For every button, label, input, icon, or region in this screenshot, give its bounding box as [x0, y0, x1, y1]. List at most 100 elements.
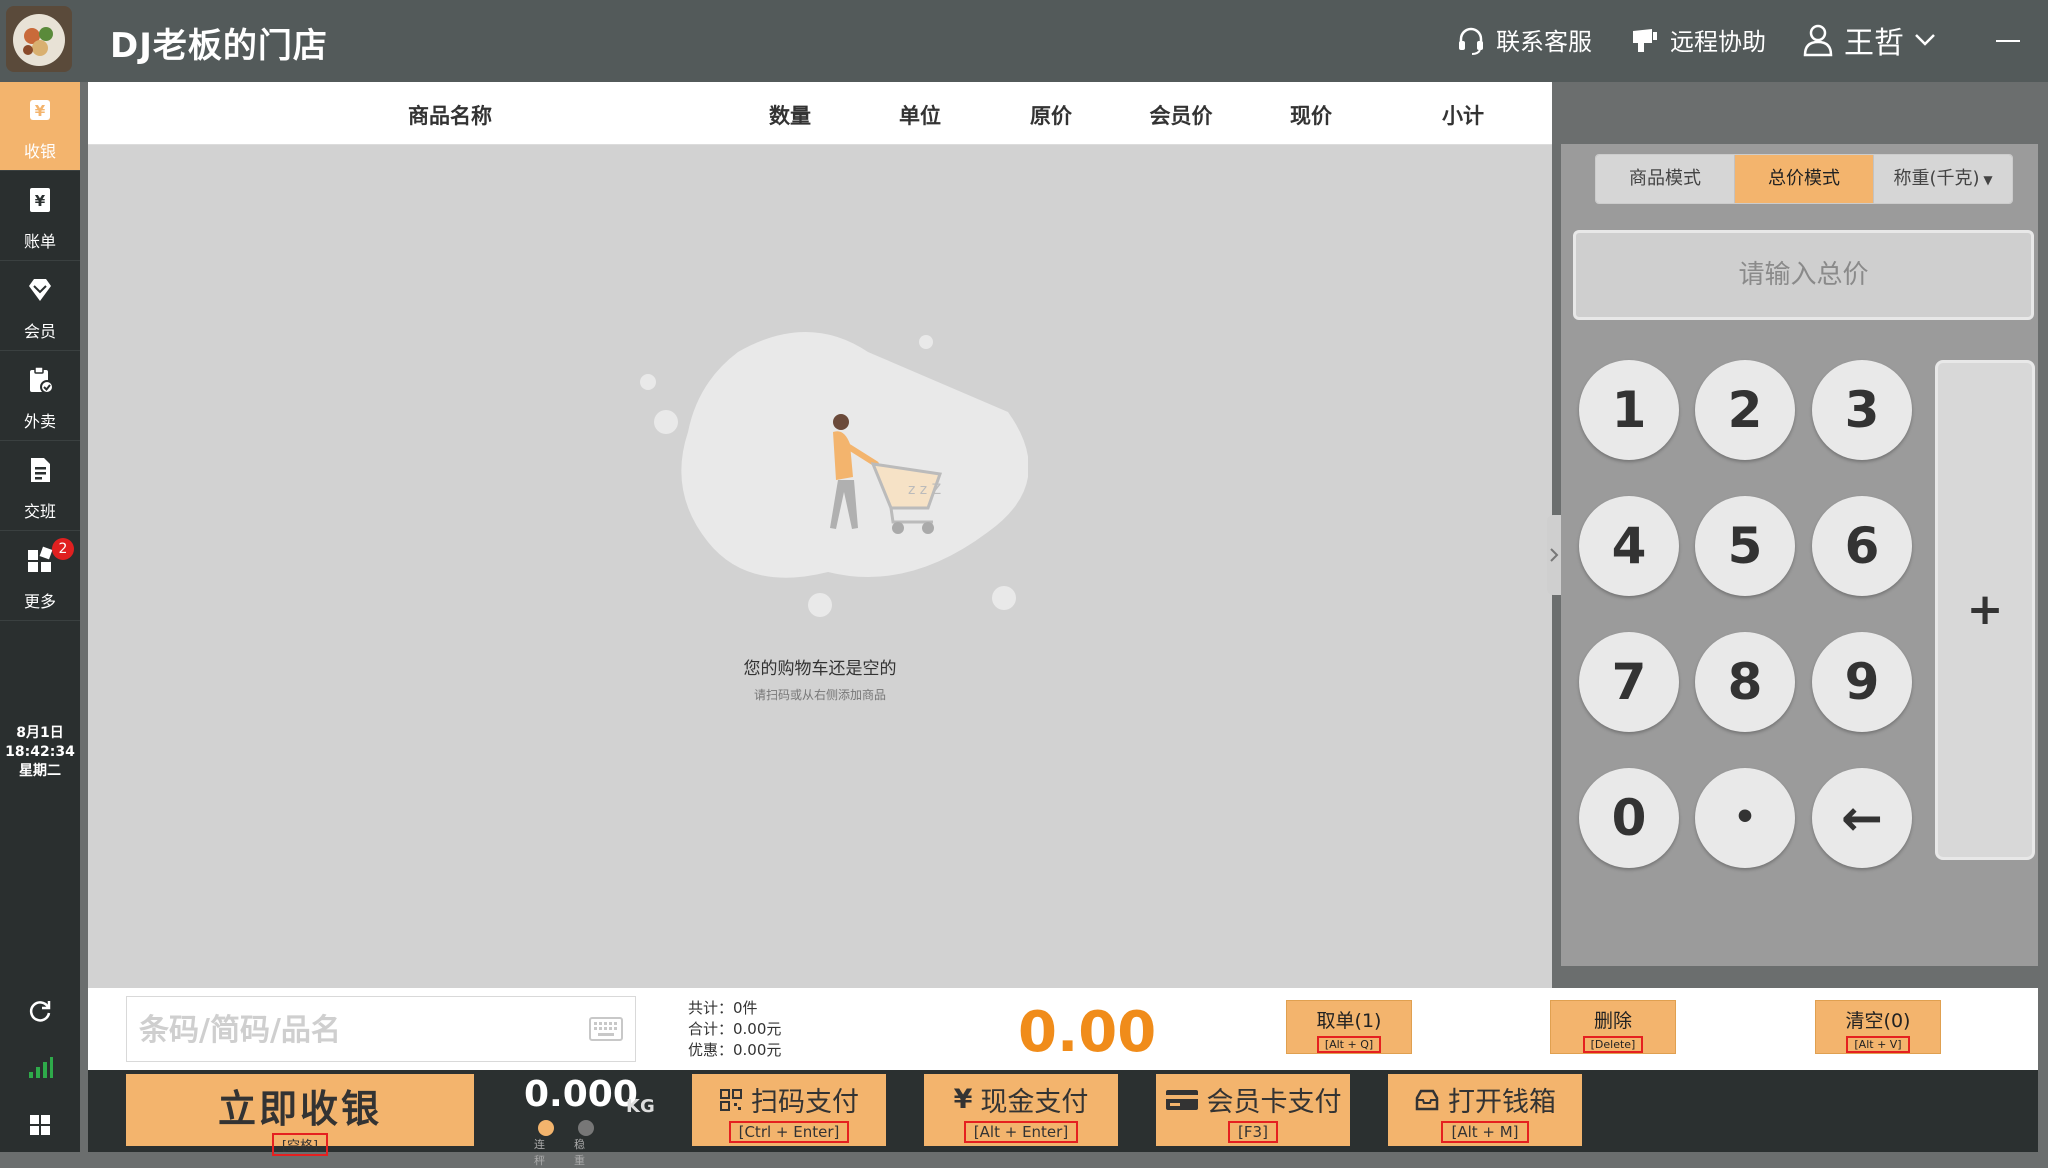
take-order-shortcut: [Alt + Q] [1316, 1036, 1382, 1053]
open-cash-drawer-shortcut: [Alt + M] [1441, 1121, 1529, 1143]
sidebar-item-label: 更多 [23, 592, 56, 611]
discount-amount: 优惠：0.00元 [688, 1041, 782, 1059]
total-price-input[interactable]: 请输入总价 [1573, 230, 2034, 320]
credit-card-icon [1165, 1089, 1198, 1110]
sidebar-item-takeout[interactable]: 外卖 [0, 352, 80, 441]
cart-area: 商品名称 数量 单位 原价 会员价 现价 小计 z z Z 您的购物车还是空的 … [88, 82, 1552, 988]
tab-weight-label: 称重(千克) [1893, 168, 1980, 189]
clock: 8月1日 18:42:34 星期二 [0, 724, 80, 781]
remote-assist-label: 远程协助 [1670, 28, 1766, 56]
tab-total-price-mode[interactable]: 总价模式 [1735, 155, 1874, 203]
numpad-key-backspace[interactable]: ← [1812, 768, 1912, 868]
tab-product-mode[interactable]: 商品模式 [1596, 155, 1735, 203]
column-header-name: 商品名称 [408, 104, 492, 128]
more-grid-icon [28, 546, 53, 572]
weight-value: 0.000 [524, 1074, 638, 1115]
sidebar-item-label: 外卖 [23, 412, 56, 431]
open-cash-drawer-button[interactable]: 打开钱箱 [Alt + M] [1388, 1074, 1582, 1146]
sidebar-item-cashier[interactable]: ¥ 收银 [0, 82, 80, 171]
panel-collapse-toggle[interactable] [1547, 515, 1561, 595]
clock-time: 18:42:34 [5, 744, 75, 760]
cash-pay-shortcut: [Alt + Enter] [963, 1121, 1079, 1143]
payment-bar: 立即收银 [空格] 0.000 KG 连秤 稳重 扫码支付 [Ctrl + En… [88, 1070, 2038, 1167]
scale-connected-label: 连秤 [534, 1138, 545, 1167]
cash-pay-button[interactable]: ¥ 现金支付 [Alt + Enter] [924, 1074, 1118, 1146]
takeout-clipboard-icon [30, 366, 54, 394]
item-count: 共计：0件 [688, 999, 758, 1017]
store-logo [6, 6, 72, 72]
sidebar-item-label: 收银 [23, 142, 56, 161]
numpad-key-1[interactable]: 1 [1579, 360, 1679, 460]
delete-label: 删除 [1593, 1010, 1632, 1032]
store-name: DJ老板的门店 [110, 26, 328, 66]
scan-pay-button[interactable]: 扫码支付 [Ctrl + Enter] [692, 1074, 886, 1146]
member-diamond-icon [29, 279, 51, 301]
column-header-current-price: 现价 [1290, 104, 1332, 128]
empty-cart-illustration: z z Z [640, 332, 1028, 617]
refresh-icon[interactable] [27, 998, 53, 1024]
caret-down-icon: ▼ [1979, 173, 1993, 187]
notification-badge: 2 [52, 538, 74, 560]
mode-tabs: 商品模式 总价模式 称重(千克) ▼ [1595, 154, 2013, 204]
user-menu[interactable]: 王哲 [1802, 18, 1936, 62]
contact-support-label: 联系客服 [1496, 28, 1592, 56]
scan-pay-label: 扫码支付 [751, 1087, 859, 1118]
clear-label: 清空(0) [1845, 1010, 1911, 1032]
numpad-key-5[interactable]: 5 [1695, 496, 1795, 596]
chevron-right-icon [1550, 548, 1559, 562]
sidebar-item-member[interactable]: 会员 [0, 262, 80, 351]
numpad-key-4[interactable]: 4 [1579, 496, 1679, 596]
cash-register-icon: ¥ [30, 100, 50, 120]
user-name: 王哲 [1844, 26, 1904, 61]
yuan-icon: ¥ [953, 1084, 973, 1115]
top-bar: DJ老板的门店 联系客服 远程协助 王哲 [0, 0, 2048, 82]
take-order-button[interactable]: 取单(1) [Alt + Q] [1286, 1000, 1412, 1054]
cart-table-header: 商品名称 数量 单位 原价 会员价 现价 小计 [88, 82, 1552, 145]
column-header-unit: 单位 [899, 104, 941, 128]
numpad-key-9[interactable]: 9 [1812, 632, 1912, 732]
cash-pay-label: 现金支付 [980, 1087, 1089, 1118]
barcode-search [126, 996, 636, 1063]
qr-code-icon [720, 1088, 742, 1111]
clear-button[interactable]: 清空(0) [Alt + V] [1815, 1000, 1941, 1054]
sidebar-item-more[interactable]: 2 更多 [0, 532, 80, 621]
remote-assist-button[interactable]: 远程协助 [1630, 22, 1766, 57]
delete-shortcut: [Delete] [1582, 1036, 1644, 1053]
empty-cart-subtitle: 请扫码或从右侧添加商品 [753, 688, 887, 702]
sidebar: ¥ 收银 ¥ 账单 会员 外卖 交班 2 更多 8月1日 18:42:34 星期… [0, 82, 80, 1152]
numpad-key-0[interactable]: 0 [1579, 768, 1679, 868]
numpad-panel: 商品模式 总价模式 称重(千克) ▼ 请输入总价 1 2 3 4 5 6 7 8… [1561, 144, 2038, 966]
empty-cart-title: 您的购物车还是空的 [743, 659, 897, 679]
checkout-now-shortcut: [空格] [271, 1133, 329, 1156]
numpad-key-3[interactable]: 3 [1812, 360, 1912, 460]
cash-drawer-icon [1415, 1089, 1439, 1110]
total-amount: 0.00 [1018, 1000, 1157, 1065]
numpad-key-decimal[interactable]: • [1695, 768, 1795, 868]
tab-weight-mode[interactable]: 称重(千克) ▼ [1874, 155, 2012, 203]
remote-assist-icon [1633, 28, 1657, 52]
keyboard-icon[interactable] [589, 1017, 623, 1041]
cart-summary: 共计：0件 合计：0.00元 优惠：0.00元 [688, 998, 781, 1061]
weight-unit: KG [626, 1096, 655, 1117]
numpad-key-6[interactable]: 6 [1812, 496, 1912, 596]
column-header-quantity: 数量 [769, 104, 811, 128]
barcode-input[interactable] [127, 997, 561, 1063]
member-card-pay-button[interactable]: 会员卡支付 [F3] [1156, 1074, 1350, 1146]
clock-date: 8月1日 [16, 725, 64, 741]
numpad-key-8[interactable]: 8 [1695, 632, 1795, 732]
numpad-key-7[interactable]: 7 [1579, 632, 1679, 732]
chevron-down-icon [1915, 34, 1935, 46]
sidebar-item-bill[interactable]: ¥ 账单 [0, 172, 80, 261]
contact-support-button[interactable]: 联系客服 [1456, 22, 1592, 57]
minimize-button[interactable] [1996, 40, 2020, 42]
open-cash-drawer-label: 打开钱箱 [1448, 1087, 1556, 1118]
sidebar-item-label: 会员 [23, 322, 56, 341]
sidebar-item-shift[interactable]: 交班 [0, 442, 80, 531]
clear-shortcut: [Alt + V] [1846, 1036, 1910, 1053]
checkout-now-button[interactable]: 立即收银 [空格] [126, 1074, 474, 1156]
numpad-key-plus[interactable]: + [1935, 360, 2035, 860]
apps-grid-icon[interactable] [27, 1112, 53, 1138]
numpad-key-2[interactable]: 2 [1695, 360, 1795, 460]
delete-button[interactable]: 删除 [Delete] [1550, 1000, 1676, 1054]
svg-text:¥: ¥ [35, 102, 46, 120]
